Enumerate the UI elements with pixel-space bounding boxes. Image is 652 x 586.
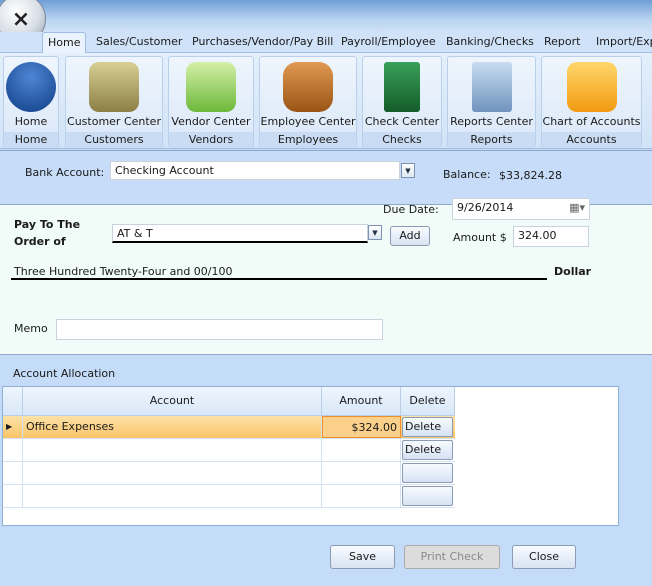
amount-cell[interactable] bbox=[322, 439, 401, 461]
group-label: Customers bbox=[66, 132, 162, 148]
tab-import-export[interactable]: Import/Exp bbox=[596, 35, 652, 48]
home-icon bbox=[6, 62, 56, 112]
accounts-folder-icon bbox=[566, 62, 617, 112]
amount-input[interactable]: 324.00 bbox=[513, 226, 589, 247]
calendar-icon[interactable]: ▦▾ bbox=[569, 201, 585, 214]
column-header-amount[interactable]: Amount bbox=[322, 387, 401, 416]
account-cell[interactable]: Office Expenses bbox=[23, 416, 322, 438]
due-date-label: Due Date: bbox=[383, 203, 439, 216]
group-label: Accounts bbox=[542, 132, 641, 148]
account-cell[interactable] bbox=[23, 439, 322, 461]
row-header bbox=[3, 462, 23, 484]
group-label: Home bbox=[4, 132, 58, 148]
vendor-book-icon bbox=[186, 62, 236, 112]
amount-in-words: Three Hundred Twenty-Four and 00/100 bbox=[14, 265, 233, 278]
pay-to-label-line2: Order of bbox=[14, 235, 66, 248]
ribbon-label: Vendor Center bbox=[171, 115, 251, 128]
group-label: Checks bbox=[363, 132, 441, 148]
table-row[interactable] bbox=[3, 485, 455, 508]
row-header-corner bbox=[3, 387, 23, 416]
ribbon-home-button[interactable]: Home Home bbox=[3, 56, 59, 148]
close-button[interactable]: Close bbox=[512, 545, 576, 569]
amount-cell[interactable]: $324.00 bbox=[322, 416, 401, 438]
ribbon-label: Check Center bbox=[364, 115, 440, 128]
tab-home[interactable]: Home bbox=[42, 32, 87, 54]
amount-cell[interactable] bbox=[322, 485, 401, 507]
balance-value: $33,824.28 bbox=[499, 169, 562, 182]
title-bar bbox=[0, 0, 652, 32]
customer-folder-icon bbox=[89, 62, 139, 112]
table-row[interactable]: ▶ Office Expenses $324.00 Delete bbox=[3, 416, 455, 439]
checkbook-icon bbox=[384, 62, 420, 112]
print-check-button[interactable]: Print Check bbox=[404, 545, 500, 569]
ribbon-reports-center-button[interactable]: Reports Center Reports bbox=[447, 56, 536, 148]
delete-row-button[interactable]: Delete bbox=[402, 417, 453, 437]
employees-icon bbox=[283, 62, 333, 112]
group-label: Employees bbox=[260, 132, 356, 148]
delete-row-button[interactable] bbox=[402, 463, 453, 483]
ribbon-label: Reports Center bbox=[450, 115, 533, 128]
tab-report[interactable]: Report bbox=[544, 35, 580, 48]
row-header bbox=[3, 439, 23, 461]
words-underline bbox=[11, 278, 547, 280]
allocation-grid: Account Amount Delete ▶ Office Expenses … bbox=[2, 386, 619, 526]
pay-to-label-line1: Pay To The bbox=[14, 218, 81, 231]
bank-account-section: Bank Account: Checking Account ▼ Balance… bbox=[0, 150, 652, 205]
column-header-account[interactable]: Account bbox=[23, 387, 322, 416]
table-row[interactable] bbox=[3, 462, 455, 485]
bank-account-label: Bank Account: bbox=[25, 166, 105, 179]
bank-account-select[interactable]: Checking Account bbox=[110, 161, 400, 180]
account-cell[interactable] bbox=[23, 462, 322, 484]
tab-payroll[interactable]: Payroll/Employee bbox=[341, 35, 436, 48]
account-cell[interactable] bbox=[23, 485, 322, 507]
ribbon-label: Chart of Accounts bbox=[542, 115, 641, 128]
table-row[interactable]: Delete bbox=[3, 439, 455, 462]
group-label: Reports bbox=[448, 132, 535, 148]
check-form: Due Date: 9/26/2014 ▦▾ Pay To The Order … bbox=[0, 198, 652, 355]
dollar-label: Dollar bbox=[554, 265, 592, 278]
memo-label: Memo bbox=[14, 322, 48, 335]
amount-cell[interactable] bbox=[322, 462, 401, 484]
payee-combo[interactable]: AT & T bbox=[112, 224, 368, 243]
ribbon: Home Home Customer Center Customers Vend… bbox=[0, 53, 652, 149]
chevron-down-icon[interactable]: ▼ bbox=[401, 163, 415, 178]
ribbon-employee-center-button[interactable]: Employee Center Employees bbox=[259, 56, 357, 148]
delete-row-button[interactable] bbox=[402, 486, 453, 506]
due-date-value: 9/26/2014 bbox=[457, 201, 514, 214]
due-date-picker[interactable]: 9/26/2014 ▦▾ bbox=[452, 198, 590, 220]
ribbon-vendor-center-button[interactable]: Vendor Center Vendors bbox=[168, 56, 254, 148]
group-label: Vendors bbox=[169, 132, 253, 148]
ribbon-label: Customer Center bbox=[67, 115, 161, 128]
tab-sales-customer[interactable]: Sales/Customer bbox=[96, 35, 182, 48]
ribbon-label: Home bbox=[14, 115, 48, 128]
ribbon-tabs: Home Sales/Customer Purchases/Vendor/Pay… bbox=[0, 32, 652, 54]
ribbon-label: Employee Center bbox=[260, 115, 356, 128]
memo-input[interactable] bbox=[56, 319, 383, 340]
ribbon-customer-center-button[interactable]: Customer Center Customers bbox=[65, 56, 163, 148]
tab-banking[interactable]: Banking/Checks bbox=[446, 35, 534, 48]
ribbon-check-center-button[interactable]: Check Center Checks bbox=[362, 56, 442, 148]
amount-label: Amount $ bbox=[453, 231, 507, 244]
tab-purchases[interactable]: Purchases/Vendor/Pay Bill bbox=[192, 35, 333, 48]
balance-label: Balance: bbox=[443, 168, 491, 181]
ribbon-chart-of-accounts-button[interactable]: Chart of Accounts Accounts bbox=[541, 56, 642, 148]
column-header-delete[interactable]: Delete bbox=[401, 387, 455, 416]
current-row-arrow-icon: ▶ bbox=[3, 416, 23, 438]
add-payee-button[interactable]: Add bbox=[390, 226, 430, 246]
chevron-down-icon[interactable]: ▼ bbox=[368, 225, 382, 240]
reports-binder-icon bbox=[471, 62, 512, 112]
row-header bbox=[3, 485, 23, 507]
delete-row-button[interactable]: Delete bbox=[402, 440, 453, 460]
allocation-title: Account Allocation bbox=[13, 367, 116, 380]
save-button[interactable]: Save bbox=[330, 545, 395, 569]
